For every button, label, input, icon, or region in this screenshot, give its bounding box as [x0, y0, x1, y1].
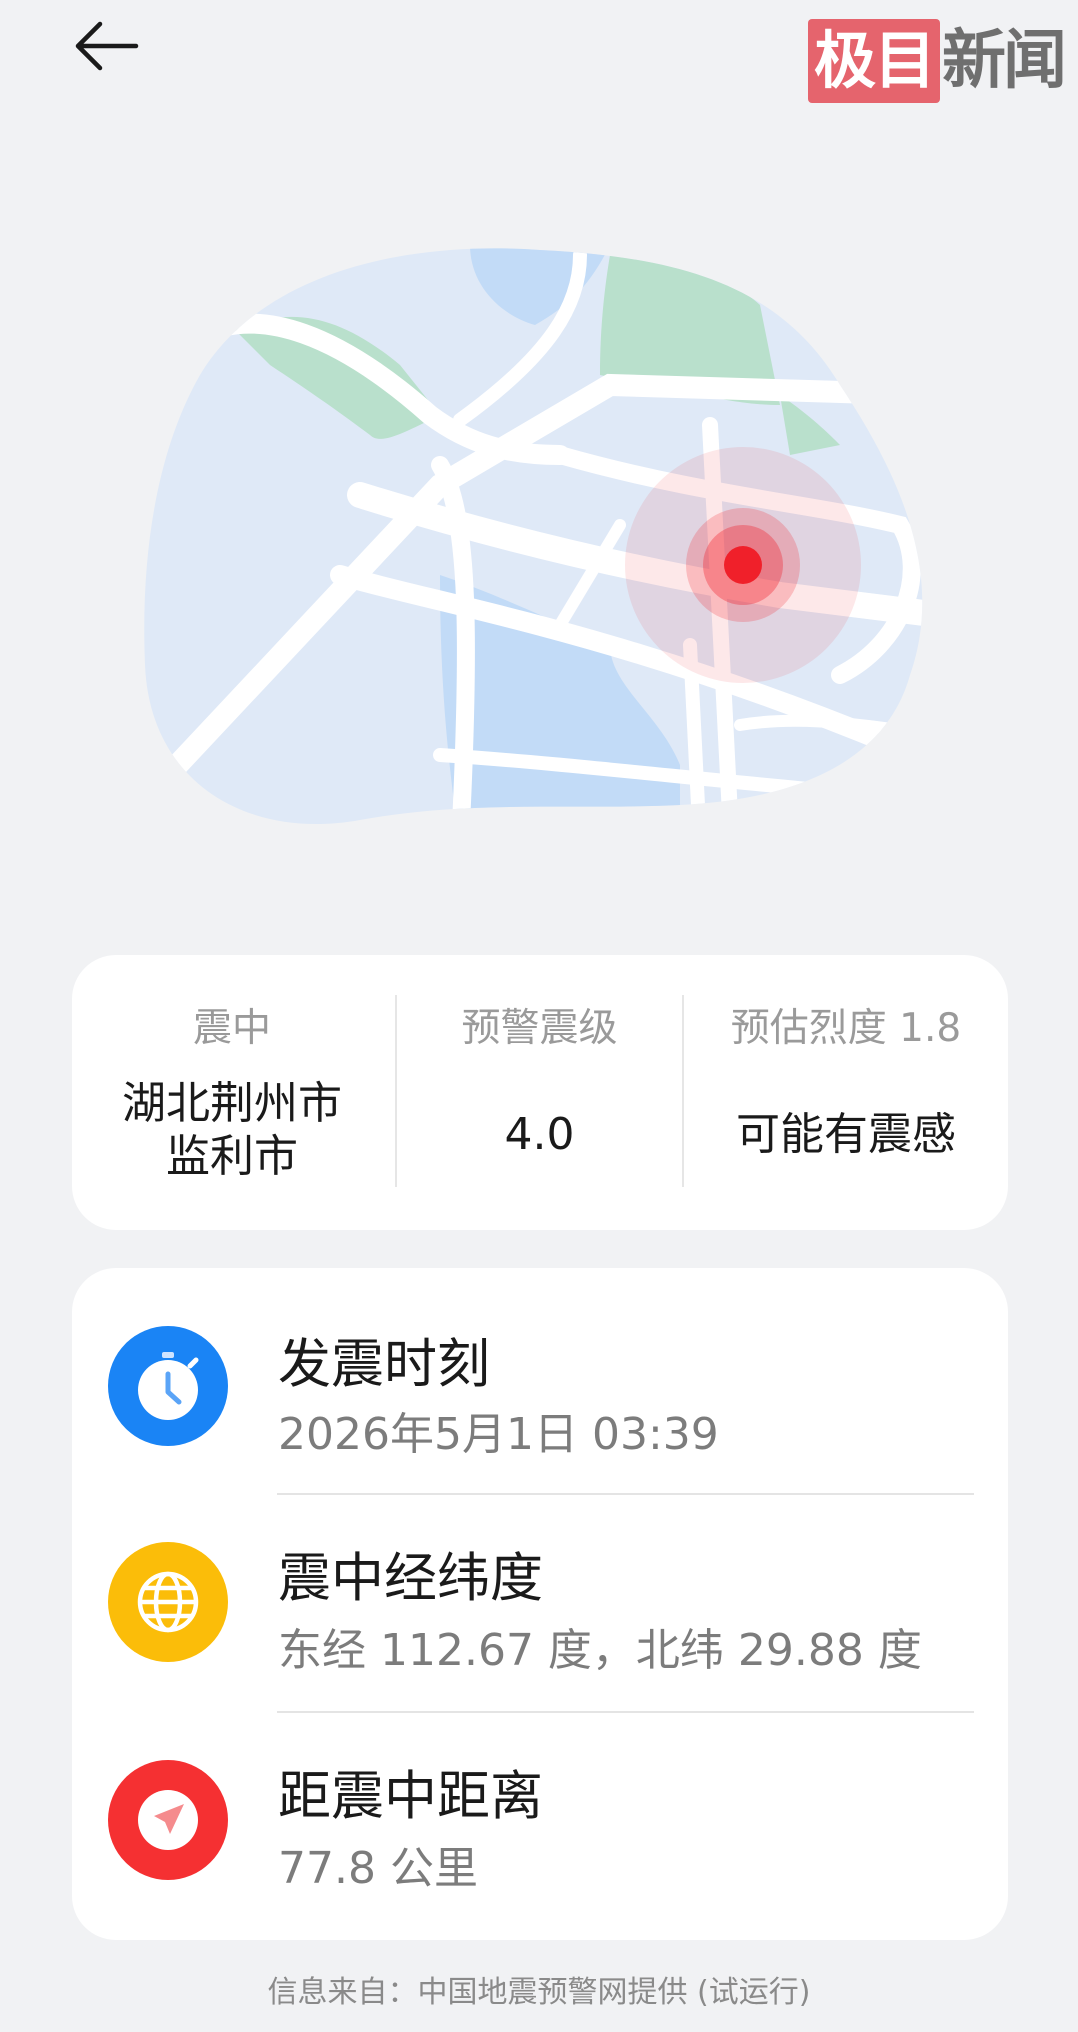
epicenter-label: 震中 [192, 1006, 271, 1051]
logo: 极目 新闻 [807, 18, 1067, 104]
source-footer: 信息来自：中国地震预警网提供 (试运行) [267, 1975, 811, 2010]
distance-value: 77.8 公里 [278, 1843, 478, 1894]
globe-icon [108, 1542, 228, 1662]
epicenter-column: 震中 湖北荆州市 监利市 [72, 955, 392, 1230]
stopwatch-icon [108, 1326, 228, 1446]
summary-card: 震中 湖北荆州市 监利市 预警震级 4.0 预估烈度 1.8 可能有震感 [72, 955, 1008, 1230]
magnitude-column: 预警震级 4.0 [397, 955, 682, 1230]
details-card: 发震时刻 2026年5月1日 03:39 震中经纬度 东经 112.67 度，北… [72, 1268, 1008, 1940]
logo-highlight: 极目 [807, 19, 940, 103]
epicenter-line2: 监利市 [166, 1131, 298, 1182]
intensity-value: 可能有震感 [736, 1109, 956, 1160]
intensity-column: 预估烈度 1.8 可能有震感 [684, 955, 1008, 1230]
coordinates-value: 东经 112.67 度，北纬 29.88 度 [278, 1625, 922, 1676]
epicenter-map [140, 245, 940, 835]
magnitude-label: 预警震级 [461, 1006, 618, 1051]
navigation-arrow-icon [108, 1760, 228, 1880]
time-title: 发震时刻 [278, 1334, 490, 1395]
magnitude-value: 4.0 [504, 1109, 575, 1160]
list-item-distance: 距震中距离 77.8 公里 [72, 1704, 1008, 1920]
coordinates-title: 震中经纬度 [278, 1548, 543, 1609]
epicenter-line1: 湖北荆州市 [122, 1078, 342, 1129]
list-item-coordinates: 震中经纬度 东经 112.67 度，北纬 29.88 度 [72, 1486, 1008, 1702]
time-value: 2026年5月1日 03:39 [278, 1409, 719, 1460]
epicenter-marker [625, 447, 861, 683]
back-button[interactable] [70, 10, 150, 90]
intensity-label: 预估烈度 1.8 [730, 1006, 962, 1051]
list-item-time: 发震时刻 2026年5月1日 03:39 [72, 1268, 1008, 1484]
logo-text: 新闻 [942, 23, 1067, 98]
arrow-left-icon [75, 21, 139, 71]
distance-title: 距震中距离 [278, 1766, 543, 1827]
